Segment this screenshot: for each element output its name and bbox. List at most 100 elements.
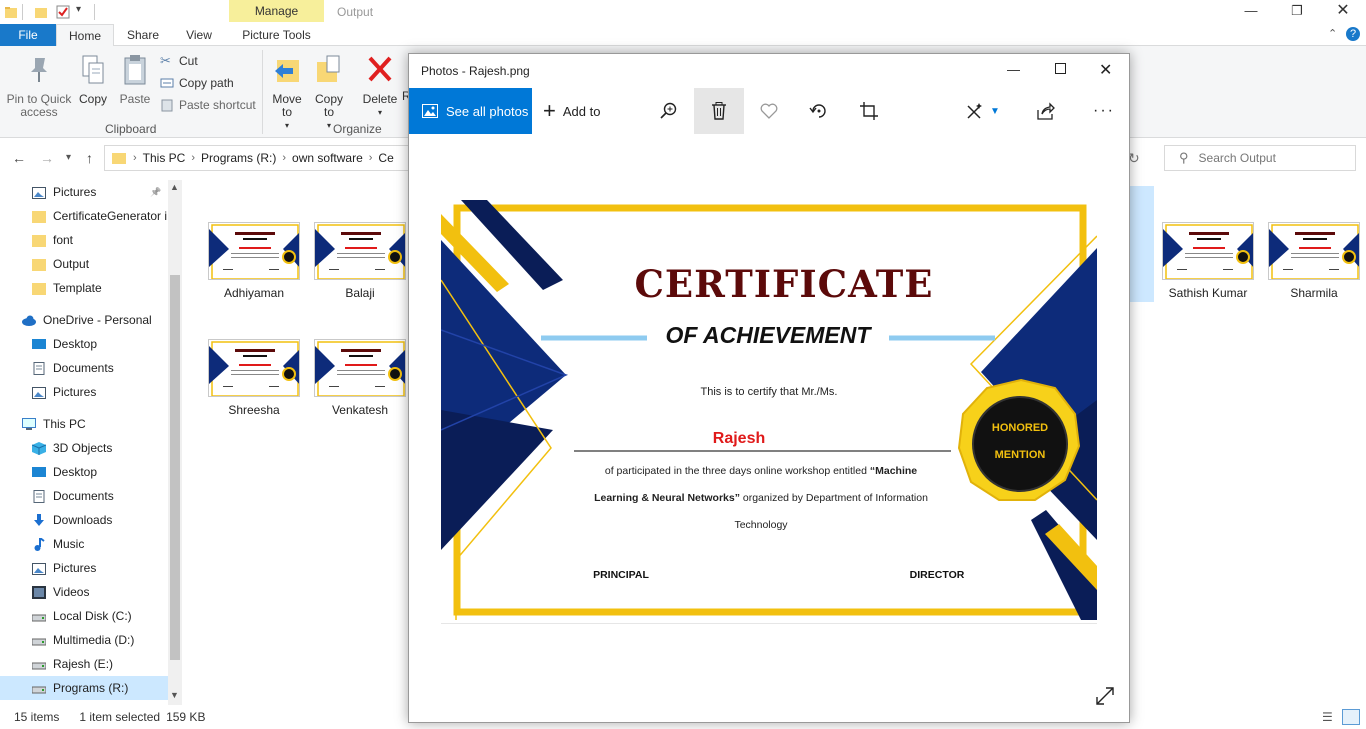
manage-tab[interactable]: Manage [229,0,324,22]
pin-to-quick-access-button[interactable]: Pin to Quick access [6,54,72,119]
minimize-icon[interactable]: — [1228,0,1274,24]
seal-line-2: MENTION [994,449,1046,461]
nav-item-pictures[interactable]: Pictures [0,380,168,404]
crop-button[interactable] [844,88,894,134]
tab-view[interactable]: View [176,24,222,46]
file-thumbnail [208,222,300,280]
copy-button[interactable]: Copy [74,54,112,106]
photos-minimize-icon[interactable]: — [1007,62,1020,77]
breadcrumb-separator: › [191,152,196,164]
file-item[interactable]: Venkatesh [310,339,410,417]
nav-item-downloads[interactable]: Downloads [0,508,168,532]
qat-dropdown-icon[interactable]: ▾ [76,4,81,15]
nav-item-videos[interactable]: Videos [0,580,168,604]
edit-create-button[interactable]: ▼ [957,88,1009,134]
nav-item-onedrive-personal[interactable]: OneDrive - Personal [0,308,168,332]
nav-item-output[interactable]: Output [0,252,168,276]
back-arrow-icon[interactable]: ← [12,150,26,166]
photos-close-icon[interactable]: ✕ [1099,60,1112,80]
plus-icon: + [543,98,556,123]
share-button[interactable] [1021,88,1071,134]
tab-picture-tools[interactable]: Picture Tools [229,24,324,46]
copy-to-icon [317,55,340,82]
properties-icon[interactable] [56,5,70,19]
nav-item-programs-r[interactable]: Programs (R:) [0,676,168,700]
scroll-down-icon[interactable]: ▼ [170,690,179,700]
breadcrumb-current[interactable]: Ce [378,151,393,165]
more-button[interactable]: ··· [1079,88,1129,134]
search-input[interactable]: ⚲ Search Output [1164,145,1356,171]
add-to-button[interactable]: + Add to [543,88,600,134]
breadcrumb-own-software[interactable]: own software [292,151,363,165]
folder-icon [5,7,17,18]
file-name: Balaji [345,286,375,300]
expand-icon[interactable] [1095,686,1115,706]
file-item[interactable]: Adhiyaman [204,222,304,300]
address-bar[interactable]: › This PC › Programs (R:) › own software… [104,145,412,171]
photos-maximize-icon[interactable] [1055,63,1066,74]
nav-item-font[interactable]: font [0,228,168,252]
drive-icon [32,662,46,669]
nav-item-template[interactable]: Template [0,276,168,300]
nav-item-rajesh-e[interactable]: Rajesh (E:) [0,652,168,676]
share-icon [1037,102,1055,120]
nav-item-desktop[interactable]: Desktop [0,332,168,356]
rotate-button[interactable] [794,88,844,134]
ribbon-collapse-icon[interactable]: ⌃ [1328,27,1337,40]
file-item[interactable]: Shreesha [204,339,304,417]
nav-item-certificategenerator-i[interactable]: CertificateGenerator i [0,204,168,228]
close-icon[interactable]: ✕ [1320,0,1366,24]
move-to-label: Move to [272,92,302,119]
see-all-photos-button[interactable]: See all photos [409,88,532,134]
forward-arrow-icon[interactable]: → [40,150,54,166]
delete-photo-button[interactable] [694,88,744,134]
new-folder-icon[interactable] [34,5,48,19]
file-item[interactable]: Sharmila [1264,222,1364,300]
nav-item-this-pc[interactable]: This PC [0,412,168,436]
nav-item-local-disk-c[interactable]: Local Disk (C:) [0,604,168,628]
file-name: Venkatesh [331,403,389,417]
selected-item-highlight [1128,186,1154,302]
nav-item-label: OneDrive - Personal [43,313,152,327]
delete-button[interactable]: Delete ▾ [360,54,400,119]
file-item[interactable]: Sathish Kumar [1158,222,1258,300]
file-item[interactable]: Balaji [310,222,410,300]
copy-path-label: Copy path [179,76,234,90]
scroll-up-icon[interactable]: ▲ [170,182,179,192]
large-icons-view-icon[interactable] [1342,709,1360,725]
up-arrow-icon[interactable]: ↑ [86,150,93,166]
copy-to-button[interactable]: Copy to ▾ [310,54,348,132]
body-line-2: Learning & Neural Networks” organized by… [541,492,981,504]
nav-item-multimedia-d[interactable]: Multimedia (D:) [0,628,168,652]
copy-icon [82,55,104,84]
nav-item-label: Music [53,537,85,551]
file-name: Adhiyaman [223,286,285,300]
favorite-button[interactable] [744,88,794,134]
details-view-icon[interactable]: ☰ [1322,710,1333,724]
paste-shortcut-button[interactable]: Paste shortcut [160,95,256,115]
move-to-button[interactable]: Move to ▾ [268,54,306,132]
nav-item-3d-objects[interactable]: 3D Objects [0,436,168,460]
body-line-2b: organized by Department of Information [739,492,928,504]
copy-path-icon [160,78,174,88]
tab-share[interactable]: Share [118,24,168,46]
breadcrumb-programs[interactable]: Programs (R:) [201,151,276,165]
recent-locations-icon[interactable]: ▾ [66,152,71,163]
copy-path-button[interactable]: Copy path [160,73,234,93]
documents-icon [33,489,45,503]
paste-button[interactable]: Paste [116,54,154,106]
nav-item-pictures[interactable]: Pictures 📌 [0,180,168,204]
nav-item-desktop[interactable]: Desktop [0,460,168,484]
cut-button[interactable]: ✂ Cut [160,51,198,71]
breadcrumb-this-pc[interactable]: This PC [143,151,186,165]
nav-item-music[interactable]: Music [0,532,168,556]
nav-item-documents[interactable]: Documents [0,356,168,380]
tab-home[interactable]: Home [56,24,114,47]
restore-icon[interactable]: ❐ [1274,0,1320,24]
nav-item-documents[interactable]: Documents [0,484,168,508]
nav-item-pictures[interactable]: Pictures [0,556,168,580]
tab-file[interactable]: File [0,24,56,46]
nav-scrollbar-thumb[interactable] [170,275,180,660]
help-icon[interactable]: ? [1346,27,1360,41]
zoom-button[interactable] [644,88,694,134]
